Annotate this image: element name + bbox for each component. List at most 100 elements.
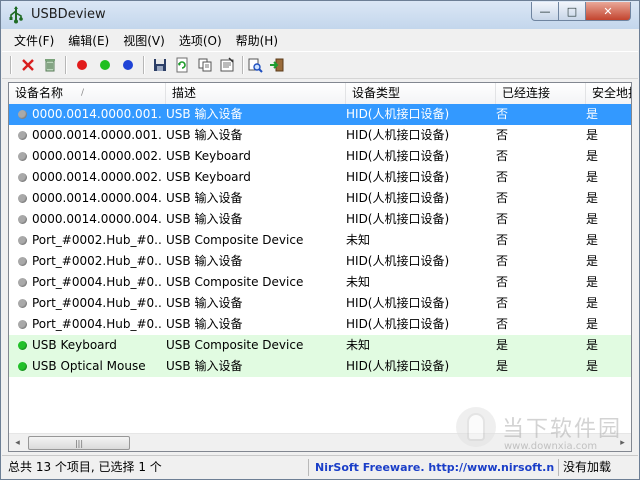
device-name-cell: 0000.0014.0000.002.... bbox=[32, 149, 162, 163]
menu-help[interactable]: 帮助(H) bbox=[230, 32, 284, 49]
menu-options[interactable]: 选项(O) bbox=[173, 32, 228, 49]
safe-removal-cell: 是 bbox=[586, 149, 599, 163]
title-bar[interactable]: USBDeview — □ ✕ bbox=[1, 1, 639, 29]
column-header-connected[interactable]: 已经连接 bbox=[496, 83, 586, 104]
device-type-cell: HID(人机接口设备) bbox=[346, 107, 450, 121]
minimize-button[interactable]: — bbox=[531, 2, 559, 21]
table-row[interactable]: Port_#0004.Hub_#0... USB Composite Device… bbox=[9, 272, 631, 293]
exit-icon[interactable] bbox=[268, 56, 286, 74]
column-header-description[interactable]: 描述 bbox=[166, 83, 346, 104]
device-name-cell: 0000.0014.0000.001.... bbox=[32, 107, 162, 121]
table-row[interactable]: 0000.0014.0000.004.... USB 输入设备 HID(人机接口设备… bbox=[9, 188, 631, 209]
device-status-icon bbox=[18, 152, 27, 161]
connected-cell: 否 bbox=[496, 317, 509, 331]
scroll-thumb[interactable]: ||| bbox=[28, 436, 130, 450]
description-cell: USB 输入设备 bbox=[166, 107, 243, 121]
watermark-logo: 当下软件园 www.downxia.com bbox=[456, 407, 636, 452]
safe-removal-cell: 是 bbox=[586, 233, 599, 247]
nirsoft-link[interactable]: NirSoft Freeware. http://www.nirsoft.net bbox=[308, 459, 554, 476]
table-row[interactable]: 0000.0014.0000.001.... USB 输入设备 HID(人机接口设备… bbox=[9, 104, 631, 125]
connected-cell: 否 bbox=[496, 254, 509, 268]
uninstall-icon[interactable] bbox=[41, 56, 59, 74]
scroll-left-icon[interactable]: ◂ bbox=[9, 434, 26, 451]
blue-dot-icon[interactable] bbox=[119, 56, 137, 74]
table-row[interactable]: USB Optical Mouse USB 输入设备 HID(人机接口设备) 是 是 bbox=[9, 356, 631, 377]
toolbar-separator bbox=[242, 56, 244, 74]
list-rows: 0000.0014.0000.001.... USB 输入设备 HID(人机接口设备… bbox=[9, 104, 631, 377]
maximize-button[interactable]: □ bbox=[558, 2, 586, 21]
description-cell: USB Composite Device bbox=[166, 275, 304, 289]
window-title: USBDeview bbox=[31, 7, 106, 22]
device-status-icon bbox=[18, 257, 27, 266]
column-label: 设备类型 bbox=[352, 86, 401, 100]
connected-cell: 是 bbox=[496, 338, 509, 352]
device-type-cell: HID(人机接口设备) bbox=[346, 359, 450, 373]
menu-edit[interactable]: 编辑(E) bbox=[62, 32, 115, 49]
menu-view[interactable]: 视图(V) bbox=[117, 32, 171, 49]
refresh-icon[interactable] bbox=[173, 56, 191, 74]
device-type-cell: HID(人机接口设备) bbox=[346, 254, 450, 268]
table-row[interactable]: 0000.0014.0000.002.... USB Keyboard HID(人机… bbox=[9, 146, 631, 167]
copy-icon[interactable] bbox=[196, 56, 214, 74]
table-row[interactable]: Port_#0004.Hub_#0... USB 输入设备 HID(人机接口设备) 否… bbox=[9, 293, 631, 314]
device-list[interactable]: 设备名称 / 描述 设备类型 已经连接 安全地拔 0000.0014.0000.… bbox=[8, 82, 632, 452]
device-name-cell: 0000.0014.0000.004.... bbox=[32, 191, 162, 205]
column-header-safe-removal[interactable]: 安全地拔 bbox=[586, 83, 631, 104]
close-button[interactable]: ✕ bbox=[585, 2, 631, 21]
table-row[interactable]: 0000.0014.0000.004.... USB 输入设备 HID(人机接口设备… bbox=[9, 209, 631, 230]
device-status-icon bbox=[18, 110, 27, 119]
description-cell: USB Composite Device bbox=[166, 233, 304, 247]
save-icon[interactable] bbox=[151, 56, 169, 74]
properties-icon[interactable] bbox=[218, 56, 236, 74]
column-header-device-name[interactable]: 设备名称 / bbox=[9, 83, 166, 104]
safe-removal-cell: 是 bbox=[586, 170, 599, 184]
connected-cell: 否 bbox=[496, 275, 509, 289]
description-cell: USB 输入设备 bbox=[166, 254, 243, 268]
device-name-cell: USB Keyboard bbox=[32, 338, 117, 352]
column-label: 设备名称 bbox=[15, 86, 64, 100]
table-row[interactable]: 0000.0014.0000.002.... USB Keyboard HID(人机… bbox=[9, 167, 631, 188]
device-type-cell: HID(人机接口设备) bbox=[346, 212, 450, 226]
safe-removal-cell: 是 bbox=[586, 191, 599, 205]
table-row[interactable]: Port_#0002.Hub_#0... USB 输入设备 HID(人机接口设备) 否… bbox=[9, 251, 631, 272]
toolbar bbox=[2, 51, 638, 79]
red-dot-icon[interactable] bbox=[73, 56, 91, 74]
safe-removal-cell: 是 bbox=[586, 317, 599, 331]
find-icon[interactable] bbox=[246, 56, 264, 74]
toolbar-separator bbox=[65, 56, 67, 74]
device-name-cell: Port_#0004.Hub_#0... bbox=[32, 275, 162, 289]
column-label: 安全地拔 bbox=[592, 86, 631, 100]
device-name-cell: Port_#0004.Hub_#0... bbox=[32, 317, 162, 331]
table-row[interactable]: Port_#0002.Hub_#0... USB Composite Device… bbox=[9, 230, 631, 251]
device-type-cell: HID(人机接口设备) bbox=[346, 149, 450, 163]
sort-indicator-icon: / bbox=[81, 88, 85, 98]
device-type-cell: 未知 bbox=[346, 275, 371, 289]
device-name-cell: Port_#0002.Hub_#0... bbox=[32, 233, 162, 247]
device-name-cell: USB Optical Mouse bbox=[32, 359, 146, 373]
device-type-cell: 未知 bbox=[346, 233, 371, 247]
connected-cell: 否 bbox=[496, 170, 509, 184]
column-header-device-type[interactable]: 设备类型 bbox=[346, 83, 496, 104]
safe-removal-cell: 是 bbox=[586, 338, 599, 352]
menu-bar: 文件(F) 编辑(E) 视图(V) 选项(O) 帮助(H) bbox=[2, 30, 638, 50]
table-row[interactable]: USB Keyboard USB Composite Device 未知 是 是 bbox=[9, 335, 631, 356]
description-cell: USB Keyboard bbox=[166, 170, 251, 184]
device-status-icon bbox=[18, 278, 27, 287]
green-dot-icon[interactable] bbox=[96, 56, 114, 74]
device-status-icon bbox=[18, 236, 27, 245]
connected-cell: 否 bbox=[496, 212, 509, 226]
device-type-cell: HID(人机接口设备) bbox=[346, 317, 450, 331]
safe-removal-cell: 是 bbox=[586, 107, 599, 121]
safe-removal-cell: 是 bbox=[586, 128, 599, 142]
status-load-state: 没有加载 bbox=[558, 459, 638, 476]
connected-cell: 否 bbox=[496, 107, 509, 121]
table-row[interactable]: 0000.0014.0000.001.... USB 输入设备 HID(人机接口设备… bbox=[9, 125, 631, 146]
status-bar: 总共 13 个项目, 已选择 1 个 NirSoft Freeware. htt… bbox=[2, 455, 638, 478]
menu-file[interactable]: 文件(F) bbox=[8, 32, 60, 49]
description-cell: USB 输入设备 bbox=[166, 191, 243, 205]
safe-removal-cell: 是 bbox=[586, 254, 599, 268]
device-type-cell: HID(人机接口设备) bbox=[346, 296, 450, 310]
table-row[interactable]: Port_#0004.Hub_#0... USB 输入设备 HID(人机接口设备) 否… bbox=[9, 314, 631, 335]
disconnect-icon[interactable] bbox=[19, 56, 37, 74]
connected-cell: 否 bbox=[496, 128, 509, 142]
